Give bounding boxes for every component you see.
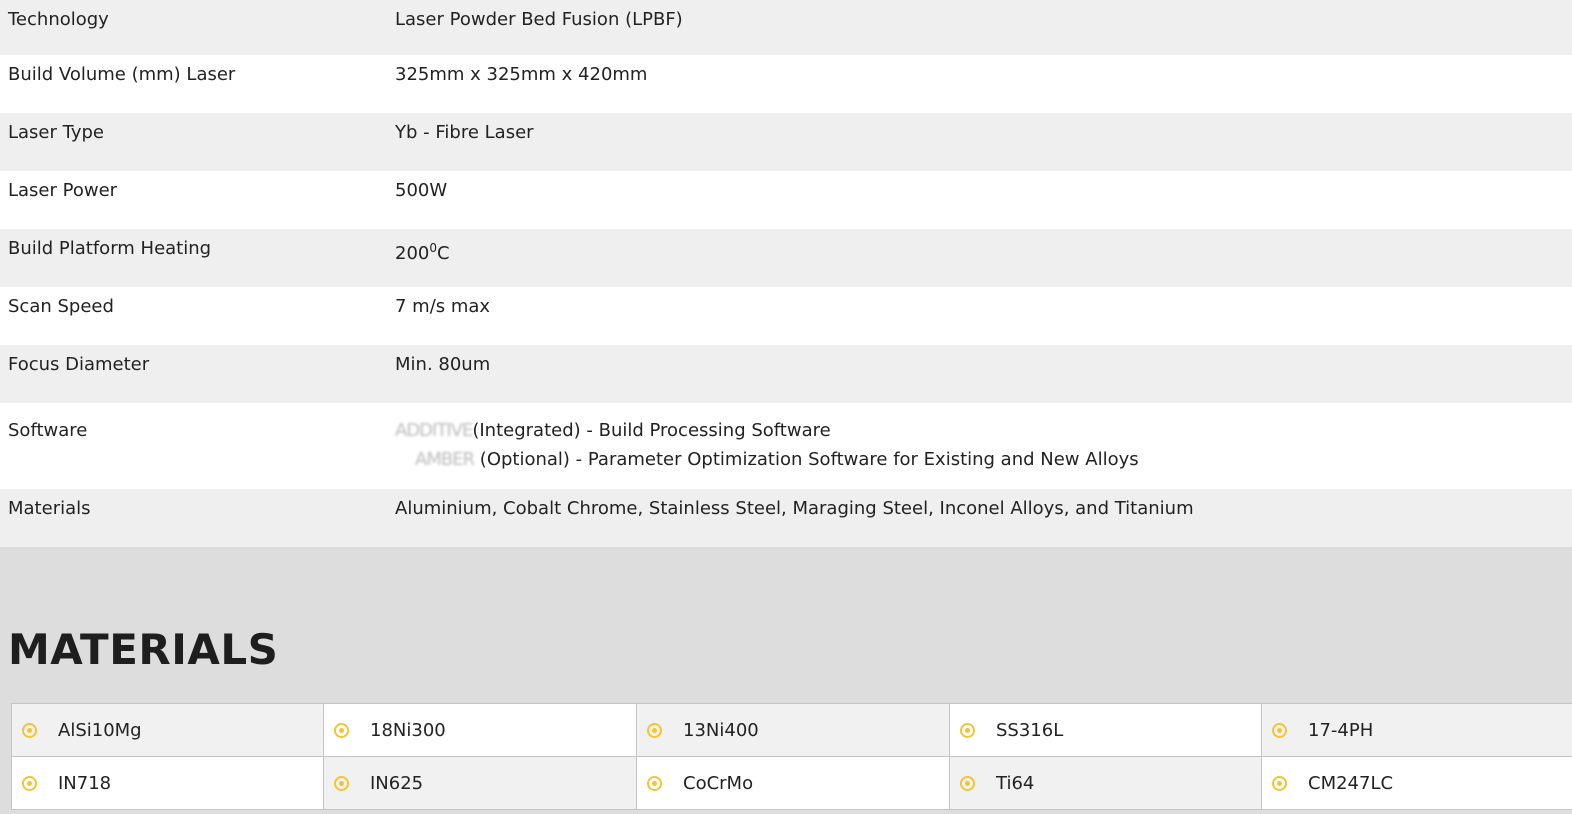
bullet-icon xyxy=(1272,775,1287,791)
spec-value: Laser Powder Bed Fusion (LPBF) xyxy=(395,9,683,30)
bullet-icon xyxy=(647,722,662,738)
software-name-blurred: AMBER xyxy=(415,449,475,470)
spec-row-software: Software ADDITIVE(Integrated) - Build Pr… xyxy=(0,403,1572,489)
bullet-icon xyxy=(960,722,975,738)
material-label: 17-4PH xyxy=(1308,719,1374,741)
material-label: AlSi10Mg xyxy=(58,719,142,741)
spec-row-laser-type: Laser Type Yb - Fibre Laser xyxy=(0,113,1572,171)
material-label: 18Ni300 xyxy=(370,719,446,741)
materials-grid: AlSi10Mg 18Ni300 13Ni400 SS316L 17-4PH I… xyxy=(11,703,1572,810)
bullet-icon xyxy=(22,775,37,791)
spec-label: Focus Diameter xyxy=(8,354,150,375)
spec-value: 325mm x 325mm x 420mm xyxy=(395,64,648,85)
spec-value: Yb - Fibre Laser xyxy=(395,122,534,143)
spec-label: Laser Power xyxy=(8,180,118,201)
material-item: 17-4PH xyxy=(1262,704,1572,757)
bullet-icon xyxy=(647,775,662,791)
spec-value: 7 m/s max xyxy=(395,296,491,317)
material-item: IN625 xyxy=(324,757,637,810)
material-item: Ti64 xyxy=(950,757,1262,810)
spec-value: Min. 80um xyxy=(395,354,491,375)
heating-unit: C xyxy=(437,243,450,264)
software-desc: (Integrated) - Build Processing Software xyxy=(472,420,831,441)
bullet-icon xyxy=(334,722,349,738)
bullet-icon xyxy=(960,775,975,791)
material-item: CM247LC xyxy=(1262,757,1572,810)
spec-row-laser-power: Laser Power 500W xyxy=(0,171,1572,229)
heating-value: 200 xyxy=(395,243,430,264)
bullet-icon xyxy=(22,722,37,738)
spec-label: Build Volume (mm) Laser xyxy=(8,64,236,85)
bullet-icon xyxy=(1272,722,1287,738)
spec-row-build-volume: Build Volume (mm) Laser 325mm x 325mm x … xyxy=(0,55,1572,113)
material-label: CM247LC xyxy=(1308,772,1394,794)
spec-label: Software xyxy=(8,420,88,441)
spec-value: ADDITIVE(Integrated) - Build Processing … xyxy=(395,416,1572,489)
heating-degree: 0 xyxy=(429,241,437,255)
spec-label: Technology xyxy=(8,9,109,30)
material-item: 18Ni300 xyxy=(324,704,637,757)
material-item: IN718 xyxy=(12,757,324,810)
material-label: Ti64 xyxy=(996,772,1035,794)
material-label: CoCrMo xyxy=(683,772,754,794)
spec-row-focus-diameter: Focus Diameter Min. 80um xyxy=(0,345,1572,403)
spec-value: 2000C xyxy=(395,234,1572,287)
spec-row-platform-heating: Build Platform Heating 2000C xyxy=(0,229,1572,287)
spec-label: Materials xyxy=(8,498,91,519)
software-line-2: AMBER (Optional) - Parameter Optimizatio… xyxy=(395,445,1572,474)
material-item: 13Ni400 xyxy=(637,704,950,757)
material-item: AlSi10Mg xyxy=(12,704,324,757)
section-title: MATERIALS xyxy=(8,625,279,674)
software-line-1: ADDITIVE(Integrated) - Build Processing … xyxy=(395,416,1572,445)
material-label: IN625 xyxy=(370,772,424,794)
software-desc: (Optional) - Parameter Optimization Soft… xyxy=(474,449,1139,470)
spec-value: Aluminium, Cobalt Chrome, Stainless Stee… xyxy=(395,498,1194,519)
spec-row-technology: Technology Laser Powder Bed Fusion (LPBF… xyxy=(0,0,1572,55)
spec-label: Laser Type xyxy=(8,122,104,143)
material-item: SS316L xyxy=(950,704,1262,757)
spec-value: 500W xyxy=(395,180,448,201)
materials-section: MATERIALS AlSi10Mg 18Ni300 13Ni400 SS316… xyxy=(0,547,1572,814)
software-name-blurred: ADDITIVE xyxy=(395,420,473,441)
spec-table: Technology Laser Powder Bed Fusion (LPBF… xyxy=(0,0,1572,547)
spec-row-materials: Materials Aluminium, Cobalt Chrome, Stai… xyxy=(0,489,1572,547)
material-item: CoCrMo xyxy=(637,757,950,810)
spec-label: Scan Speed xyxy=(8,296,114,317)
spec-row-scan-speed: Scan Speed 7 m/s max xyxy=(0,287,1572,345)
material-label: SS316L xyxy=(996,719,1064,741)
material-label: 13Ni400 xyxy=(683,719,759,741)
spec-label: Build Platform Heating xyxy=(8,238,212,259)
bullet-icon xyxy=(334,775,349,791)
material-label: IN718 xyxy=(58,772,112,794)
